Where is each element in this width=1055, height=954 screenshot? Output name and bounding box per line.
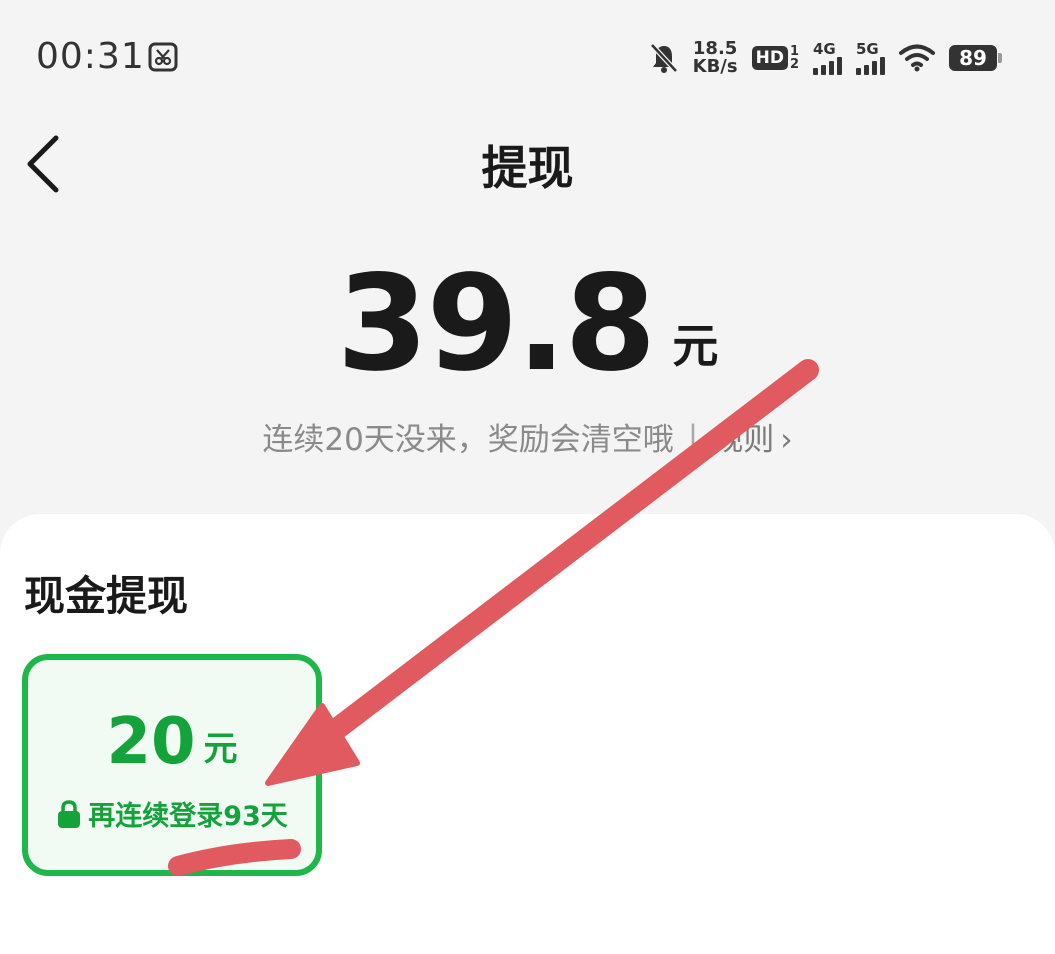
signal-bars-icon [856,56,885,75]
signal-4g-label: 4G [813,39,836,58]
withdraw-option-20[interactable]: 20 元 再连续登录93天 [22,654,322,876]
option-condition-text: 再连续登录93天 [88,801,288,832]
page-title: 提现 [481,141,574,195]
signal-5g-label: 5G [856,39,879,58]
option-condition: 再连续登录93天 [28,794,316,833]
battery-icon: 89 [949,45,1002,71]
signal-4g: 4G [813,39,842,75]
option-unit: 元 [203,729,238,769]
hd-badge: HD [751,46,788,70]
bell-muted-icon [649,43,678,73]
notice-divider: | [687,418,699,455]
section-title: 现金提现 [24,572,188,620]
battery-level: 89 [959,46,987,70]
rules-label: 规则 [712,422,775,458]
net-speed-unit: KB/s [692,56,738,77]
option-amount: 20 元 [28,710,316,774]
balance-value: 39.8 [336,247,657,401]
screenshot-icon [148,42,178,72]
status-time: 00:31 [36,36,145,77]
status-icons: 18.5 KB/s HD 1 2 4G 5G 89 [649,38,1002,78]
hd-sub-bottom: 2 [789,57,799,72]
expiry-notice: 连续20天没来，奖励会清空哦 | 规则 › [0,414,1055,459]
status-bar: 00:31 18.5 KB/s HD 1 2 4G 5G 89 [0,0,1055,110]
wifi-icon [899,44,935,72]
expiry-notice-text: 连续20天没来，奖励会清空哦 [262,422,674,458]
option-value: 20 [106,705,196,779]
hd-indicator: HD 1 2 [751,45,799,71]
hd-sub: 1 2 [790,45,799,71]
rules-link[interactable]: 规则 › [712,414,792,459]
withdraw-card: 现金提现 20 元 再连续登录93天 [0,514,1055,954]
chevron-right-icon: › [780,422,793,458]
signal-5g: 5G [856,39,885,75]
signal-bars-icon [813,56,842,75]
lock-icon [58,799,81,828]
balance-unit: 元 [672,319,719,373]
balance-amount: 39.8 元 [0,258,1055,390]
network-speed: 18.5 KB/s [693,40,738,76]
